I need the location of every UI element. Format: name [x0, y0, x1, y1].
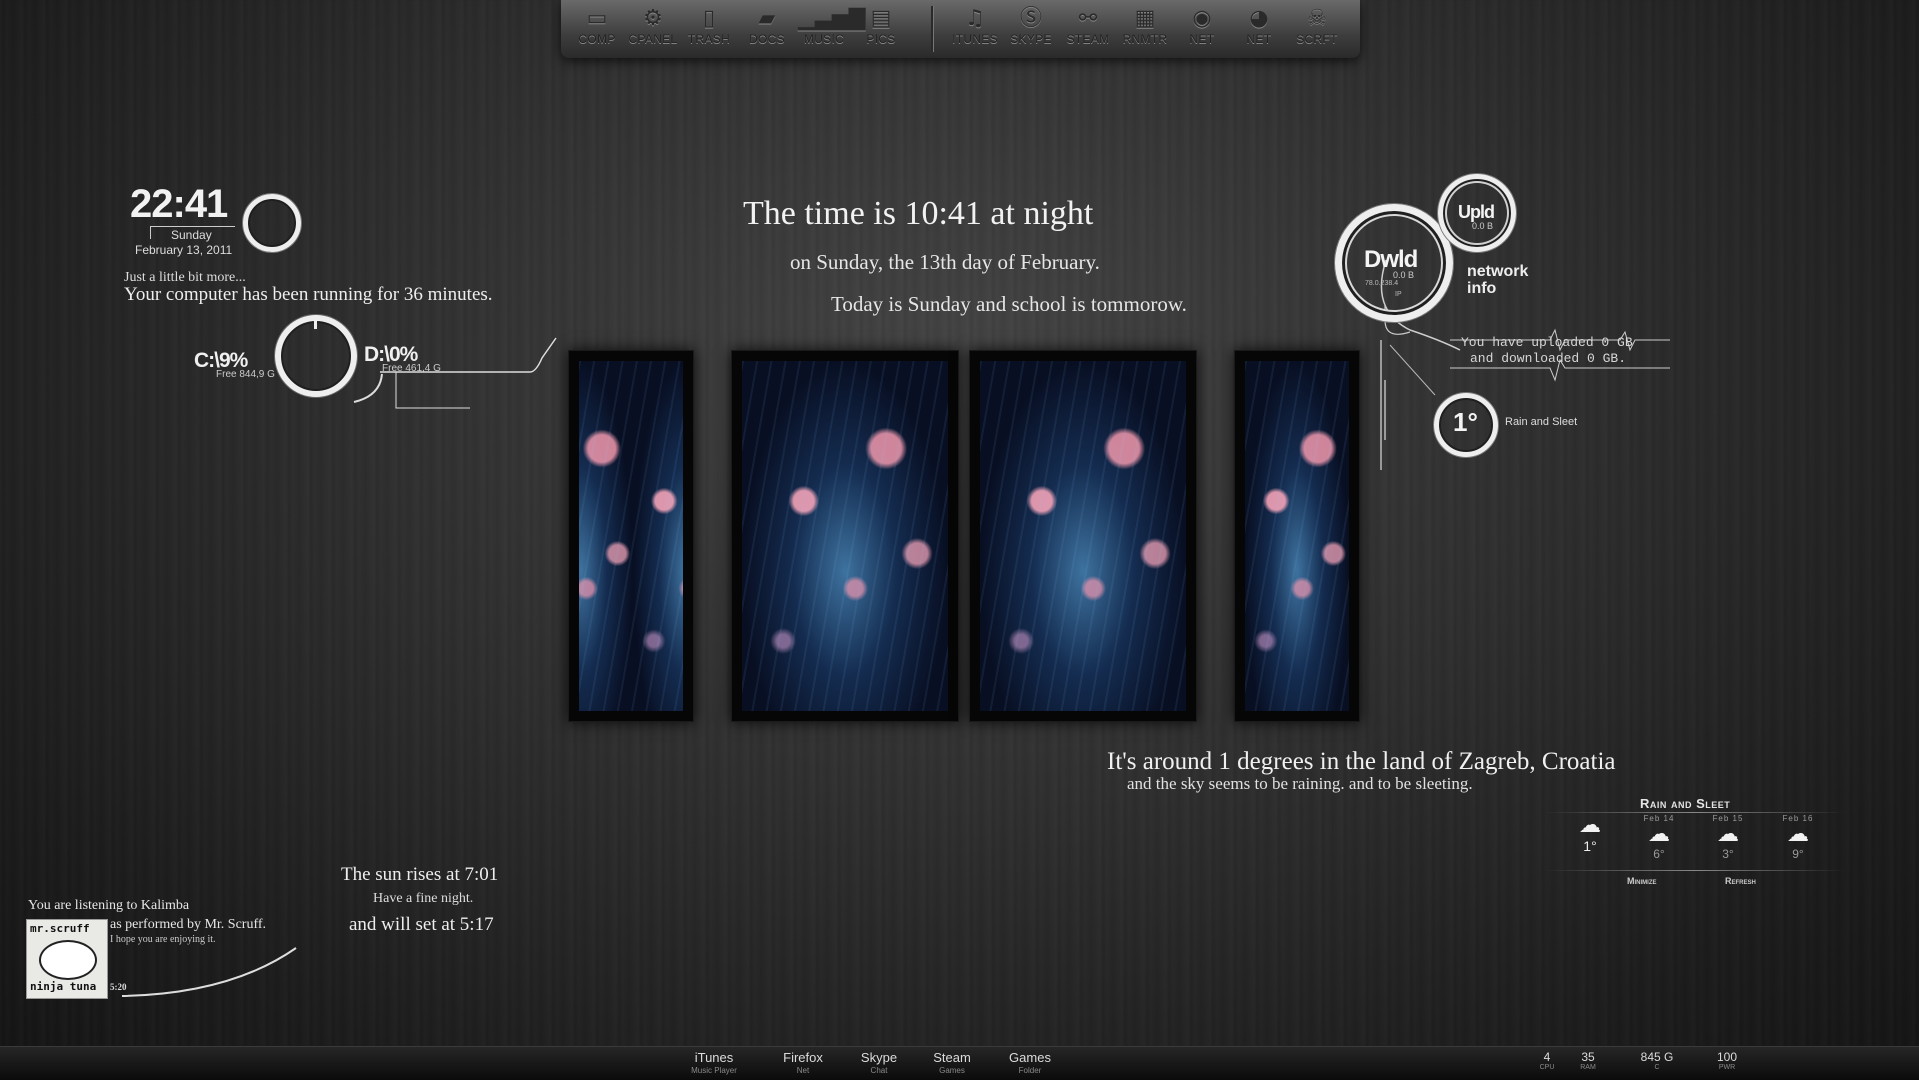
- upload-value: 0.0 B: [1472, 221, 1494, 231]
- network-title-1: network: [1467, 263, 1529, 280]
- art-panel-2: [731, 350, 959, 722]
- music-line-1: You are listening to Kalimba: [28, 898, 190, 913]
- gears-icon: ⚙: [643, 6, 663, 31]
- album-art[interactable]: mr.scruff ninja tuna: [26, 919, 108, 999]
- weather-ring-condition: Rain and Sleet: [1505, 416, 1578, 428]
- dock: ▭ COMP ⚙ CPANEL ▯ TRASH ▰ DOCS ▁▃▅▇ MUSIC ▤ PI…: [561, 0, 1360, 58]
- taskbar-skype[interactable]: Skype Chat: [849, 1050, 909, 1075]
- art-panel-3: [969, 350, 1197, 722]
- forecast-title: Rain and Sleet: [1640, 796, 1731, 811]
- dock-item-rnmtr[interactable]: ▦ RNMTR: [1119, 6, 1171, 46]
- trash-icon: ▯: [702, 6, 716, 31]
- snow-cloud-icon: ☁: [1787, 822, 1809, 847]
- forecast-day-4: Feb 16 ☁ 9°: [1773, 814, 1823, 861]
- weather-sentence: It's around 1 degrees in the land of Zag…: [1107, 748, 1616, 775]
- weather-ring-temp: 1°: [1453, 407, 1478, 437]
- taskbar: iTunes Music Player Firefox Net Skype Chat …: [0, 1046, 1919, 1080]
- album-top-text: mr.scruff: [30, 922, 90, 935]
- dock-item-steam[interactable]: ⚯ STEAM: [1062, 6, 1114, 46]
- firefox-icon: ◕: [1249, 6, 1269, 31]
- art-panel-1: [568, 350, 694, 722]
- dock-item-skype[interactable]: Ⓢ SKYPE: [1005, 6, 1057, 46]
- sun-wish-text: Have a fine night.: [373, 891, 474, 906]
- dock-item-scrft[interactable]: ☠ SCRFT: [1291, 6, 1343, 46]
- dock-item-docs[interactable]: ▰ DOCS: [741, 6, 793, 46]
- taskbar-itunes[interactable]: iTunes Music Player: [684, 1050, 744, 1075]
- dock-item-net[interactable]: ◉ NET: [1176, 6, 1228, 46]
- album-blob: [39, 940, 97, 980]
- forecast-day-1: ☁ 1°: [1565, 813, 1615, 855]
- steam-icon: ⚯: [1078, 6, 1098, 31]
- ip-address: 78.0.238.4: [1365, 280, 1399, 287]
- dock-item-net-2[interactable]: ◕ NET: [1233, 6, 1285, 46]
- forecast-minimize-button[interactable]: Minimize: [1627, 876, 1657, 886]
- stat-c-drive: 845 GC: [1640, 1050, 1674, 1071]
- drive-c-free: Free 844,9 G: [216, 369, 275, 380]
- dock-item-itunes[interactable]: ♫ ITUNES: [949, 6, 1001, 46]
- clock-ring: [243, 194, 301, 252]
- forecast-divider-2: [1545, 870, 1845, 871]
- sunrise-text: The sun rises at 7:01: [341, 864, 499, 885]
- snow-cloud-icon: ☁: [1717, 822, 1739, 847]
- dock-separator: [931, 6, 934, 52]
- dock-item-cpanel[interactable]: ⚙ CPANEL: [627, 6, 679, 46]
- equalizer-icon: ▁▃▅▇: [798, 6, 866, 31]
- uptime-text: Your computer has been running for 36 mi…: [124, 284, 493, 305]
- folder-icon: ▰: [758, 6, 776, 31]
- date-sentence: on Sunday, the 13th day of February.: [790, 250, 1100, 274]
- stat-cpu: 4 CPU: [1539, 1050, 1555, 1071]
- snow-cloud-icon: ☁: [1648, 822, 1670, 847]
- network-title-2: info: [1467, 280, 1497, 297]
- computer-icon: ▭: [586, 6, 608, 31]
- rainmeter-icon: ▦: [1134, 6, 1156, 31]
- snow-cloud-icon: ☁: [1579, 813, 1601, 838]
- dock-item-comp[interactable]: ▭ COMP: [571, 6, 623, 46]
- upload-label: Upld: [1458, 202, 1495, 222]
- network-summary-1: You have uploaded 0 GB: [1461, 335, 1633, 350]
- clock-time: 22:41: [130, 182, 228, 226]
- forecast-day-3: Feb 15 ☁ 3°: [1703, 814, 1753, 861]
- stat-ram: 35 RAM: [1580, 1050, 1596, 1071]
- sunset-text: and will set at 5:17: [349, 914, 494, 935]
- photos-icon: ▤: [870, 6, 892, 31]
- weather-sentence-2: and the sky seems to be raining. and to …: [1127, 774, 1473, 793]
- music-progress-arc[interactable]: [120, 944, 300, 1000]
- clock-day: Sunday: [171, 228, 212, 242]
- skype-icon: Ⓢ: [1019, 6, 1042, 31]
- clock-date: February 13, 2011: [135, 243, 233, 257]
- globe-icon: ◉: [1192, 6, 1212, 31]
- dock-item-pics[interactable]: ▤ PICS: [855, 6, 907, 46]
- time-sentence: The time is 10:41 at night: [743, 195, 1094, 232]
- forecast-refresh-button[interactable]: Refresh: [1725, 876, 1756, 886]
- skull-icon: ☠: [1307, 6, 1327, 31]
- drive-ring-tick: [314, 315, 317, 329]
- dock-item-music[interactable]: ▁▃▅▇ MUSIC: [798, 6, 866, 46]
- taskbar-firefox[interactable]: Firefox Net: [773, 1050, 833, 1075]
- school-sentence: Today is Sunday and school is tommorow.: [831, 292, 1187, 316]
- album-bottom-text: ninja tuna: [30, 980, 97, 993]
- ip-label: IP: [1395, 291, 1402, 298]
- drive-connector-lines: [353, 337, 557, 409]
- dock-item-trash[interactable]: ▯ TRASH: [683, 6, 735, 46]
- taskbar-steam[interactable]: Steam Games: [922, 1050, 982, 1075]
- network-summary-2: and downloaded 0 GB.: [1470, 351, 1627, 366]
- download-value: 0.0 B: [1393, 270, 1415, 280]
- forecast-day-2: Feb 14 ☁ 6°: [1634, 814, 1684, 861]
- stat-power: 100 PWR: [1716, 1050, 1738, 1071]
- taskbar-games[interactable]: Games Folder: [999, 1050, 1061, 1075]
- itunes-icon: ♫: [965, 6, 985, 31]
- music-line-2: as performed by Mr. Scruff.: [110, 917, 267, 932]
